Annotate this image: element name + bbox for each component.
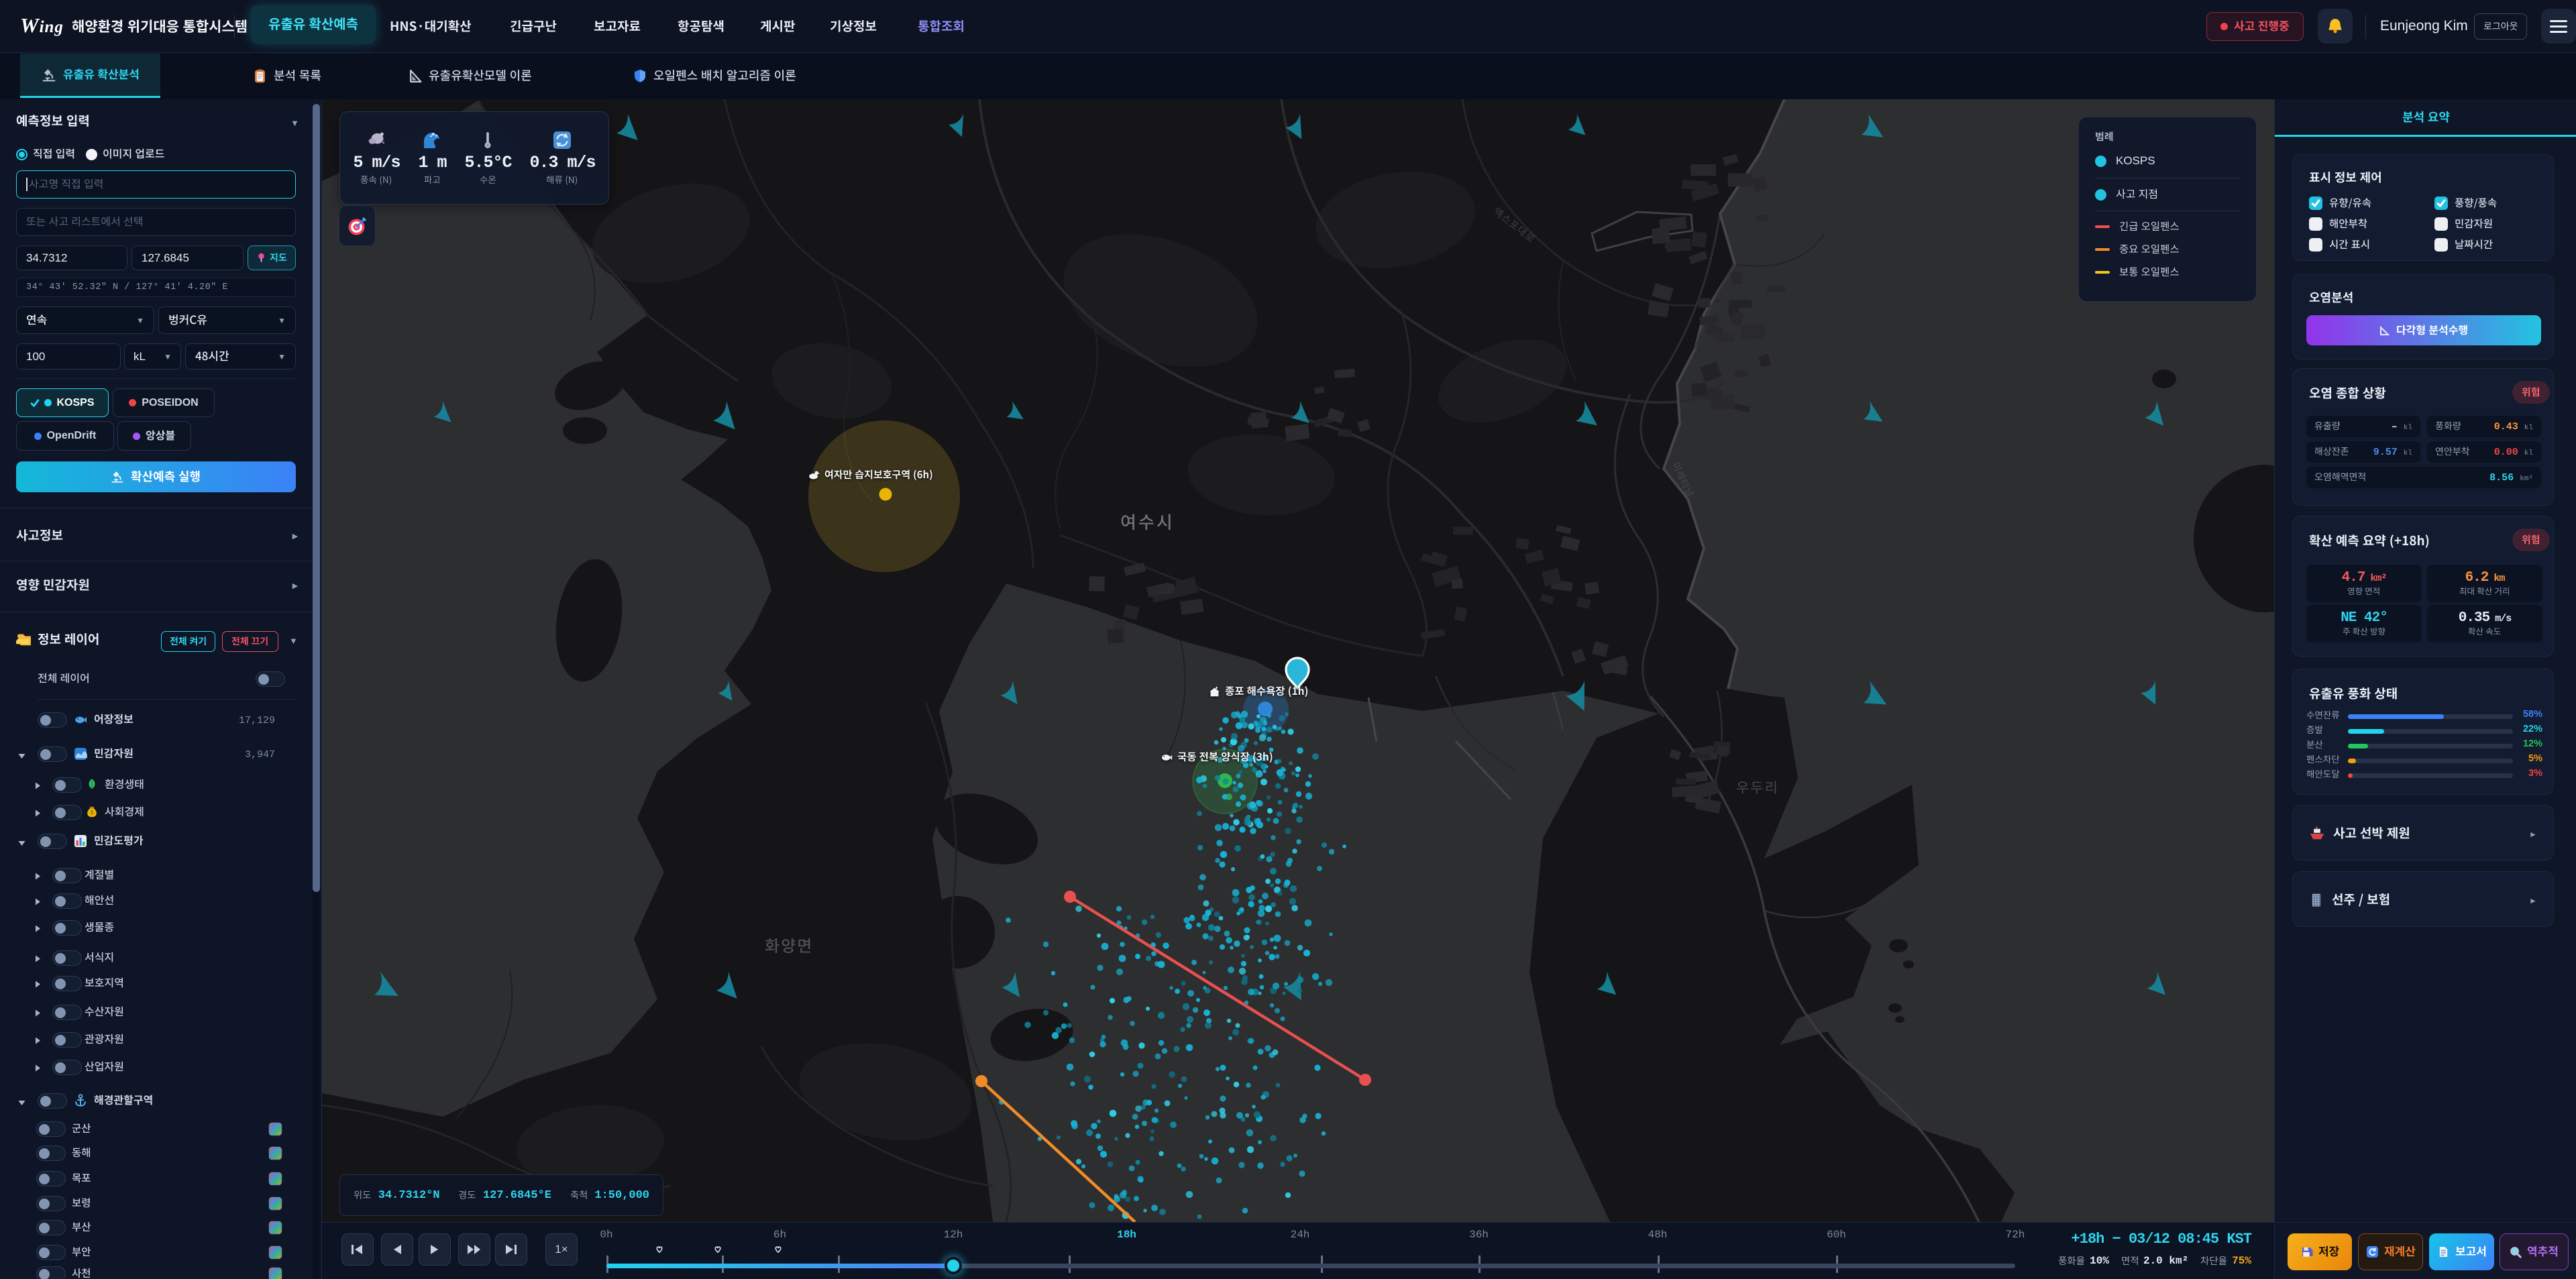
svg-text:$: $	[91, 810, 94, 816]
